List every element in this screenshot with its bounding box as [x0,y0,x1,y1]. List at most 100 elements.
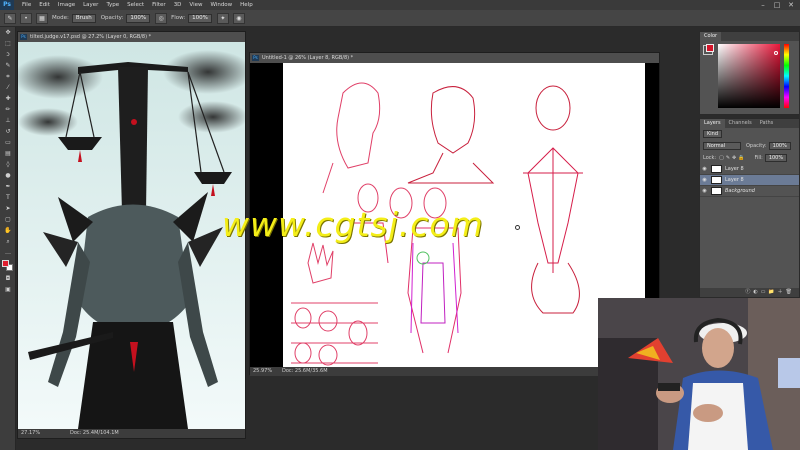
layer-name: Layer 8 [725,166,744,172]
tab-color[interactable]: Color [700,32,722,41]
menu-image[interactable]: Image [54,0,79,10]
airbrush-icon[interactable]: ✦ [216,12,229,24]
lasso-tool-icon[interactable]: ↄ [2,50,14,60]
document-window-judge: Ps tilted.judge.v17.psd @ 27.2% (Layer 0… [17,31,246,439]
options-bar: ✎ • ▦ Mode: Brush Opacity: 100% ◎ Flow: … [0,10,800,27]
eraser-tool-icon[interactable]: ▭ [2,138,14,148]
lock-icons[interactable]: ▢✎✥🔒 [719,155,746,161]
layer-row[interactable]: ◉ Layer 8 [700,164,799,175]
color-fg-chip[interactable] [706,44,714,52]
layers-footer-icons[interactable]: ⓕ◐▭📁＋🗑 [700,288,799,297]
menu-view[interactable]: View [185,0,206,10]
clone-stamp-tool-icon[interactable]: ⊥ [2,116,14,126]
opacity-field[interactable]: 100% [126,13,151,23]
foreground-color-swatch[interactable] [2,260,9,267]
layer-opacity-field[interactable]: 100% [768,142,791,150]
blend-mode-select[interactable]: Normal [703,142,741,150]
layer-name: Background [725,188,755,194]
document-ps-icon: Ps [252,55,259,61]
visibility-eye-icon[interactable]: ◉ [700,177,709,183]
marquee-tool-icon[interactable]: ⬚ [2,39,14,49]
webcam-image [598,298,800,450]
minimize-button[interactable]: – [758,0,768,10]
blur-tool-icon[interactable]: ◊ [2,160,14,170]
gradient-tool-icon[interactable]: ▤ [2,149,14,159]
document-title: tilted.judge.v17.psd @ 27.2% (Layer 0, R… [30,34,152,40]
maximize-button[interactable]: □ [772,0,782,10]
brush-panel-icon[interactable]: ▦ [36,12,48,24]
healing-tool-icon[interactable]: ✚ [2,94,14,104]
zoom-readout[interactable]: 27.17% [21,430,40,436]
menu-help[interactable]: Help [236,0,257,10]
screen-mode-icon[interactable]: ▣ [2,285,14,295]
layer-row-selected[interactable]: ◉ Layer 8 [700,175,799,186]
hue-slider[interactable] [784,44,789,108]
layer-opacity-label: Opacity: [746,143,767,149]
color-panel: Color [699,31,800,115]
flow-field[interactable]: 100% [188,13,212,23]
watermark-text: www.cgtsj.com [222,205,484,244]
brush-tool-icon[interactable]: ✏ [2,105,14,115]
zoom-readout[interactable]: 25.97% [253,368,272,374]
layer-row[interactable]: ◉ Background [700,186,799,197]
tab-paths[interactable]: Paths [756,119,778,128]
layer-name: Layer 8 [725,177,744,183]
tab-layers[interactable]: Layers [700,119,725,128]
crop-tool-icon[interactable]: ⌗ [2,72,14,82]
lock-row: Lock: ▢✎✥🔒 Fill: 100% [700,152,799,164]
shape-tool-icon[interactable]: ▢ [2,215,14,225]
lock-label: Lock: [703,155,717,161]
dodge-tool-icon[interactable]: ● [2,171,14,181]
menu-type[interactable]: Type [102,0,123,10]
path-select-tool-icon[interactable]: ➤ [2,204,14,214]
color-panel-tabs: Color [700,32,799,41]
color-swatches[interactable] [0,259,15,273]
photoshop-logo: Ps [0,0,14,10]
layer-filter-select[interactable]: Kind [703,130,723,138]
fill-field[interactable]: 100% [764,154,788,162]
menu-filter[interactable]: Filter [148,0,170,10]
hand-tool-icon[interactable]: ✋ [2,226,14,236]
blend-row: Normal Opacity: 100% [700,140,799,152]
tab-channels[interactable]: Channels [725,119,756,128]
pen-tool-icon[interactable]: ✒ [2,182,14,192]
eyedropper-tool-icon[interactable]: ⁄ [2,83,14,93]
history-brush-tool-icon[interactable]: ↺ [2,127,14,137]
color-panel-body [700,41,799,115]
menu-window[interactable]: Window [206,0,236,10]
color-picker-field[interactable] [718,44,780,108]
visibility-eye-icon[interactable]: ◉ [700,166,709,172]
menu-layer[interactable]: Layer [79,0,102,10]
doc-size-readout: Doc: 25.4M/104.1M [70,430,119,436]
menu-3d[interactable]: 3D [170,0,186,10]
type-tool-icon[interactable]: T [2,193,14,203]
canvas-judge-painting[interactable] [18,42,245,429]
brush-size-icon[interactable]: • [20,12,32,24]
pressure-size-icon[interactable]: ◉ [232,12,245,24]
close-button[interactable]: ✕ [786,0,796,10]
color-picker-marker-icon[interactable] [774,51,778,55]
document-tab[interactable]: Ps Untitled-1 @ 26% (Layer 8, RGB/8) * [250,53,659,63]
layers-panel: Layers Channels Paths Kind Normal Opacit… [699,118,800,298]
quick-select-tool-icon[interactable]: ✎ [2,61,14,71]
layer-thumbnail [711,187,722,195]
document-ps-icon: Ps [20,34,27,40]
brush-tool-preset-icon[interactable]: ✎ [4,12,16,24]
menu-select[interactable]: Select [123,0,148,10]
fill-label: Fill: [754,155,763,161]
judge-painting [18,42,245,429]
mode-select[interactable]: Brush [71,13,96,23]
quick-mask-icon[interactable]: ◘ [2,274,14,284]
status-bar: 27.17% Doc: 25.4M/104.1M [18,429,245,438]
layer-thumbnail [711,176,722,184]
zoom-tool-icon[interactable]: ⌕ [2,237,14,247]
mode-label: Mode: [52,15,69,21]
move-tool-icon[interactable]: ✥ [2,28,14,38]
menu-file[interactable]: File [18,0,35,10]
menu-edit[interactable]: Edit [35,0,54,10]
document-tab[interactable]: Ps tilted.judge.v17.psd @ 27.2% (Layer 0… [18,32,245,42]
layer-filter-row: Kind [700,128,799,140]
visibility-eye-icon[interactable]: ◉ [700,188,709,194]
pressure-opacity-icon[interactable]: ◎ [155,12,168,24]
more-tools-icon[interactable]: … [2,248,14,258]
